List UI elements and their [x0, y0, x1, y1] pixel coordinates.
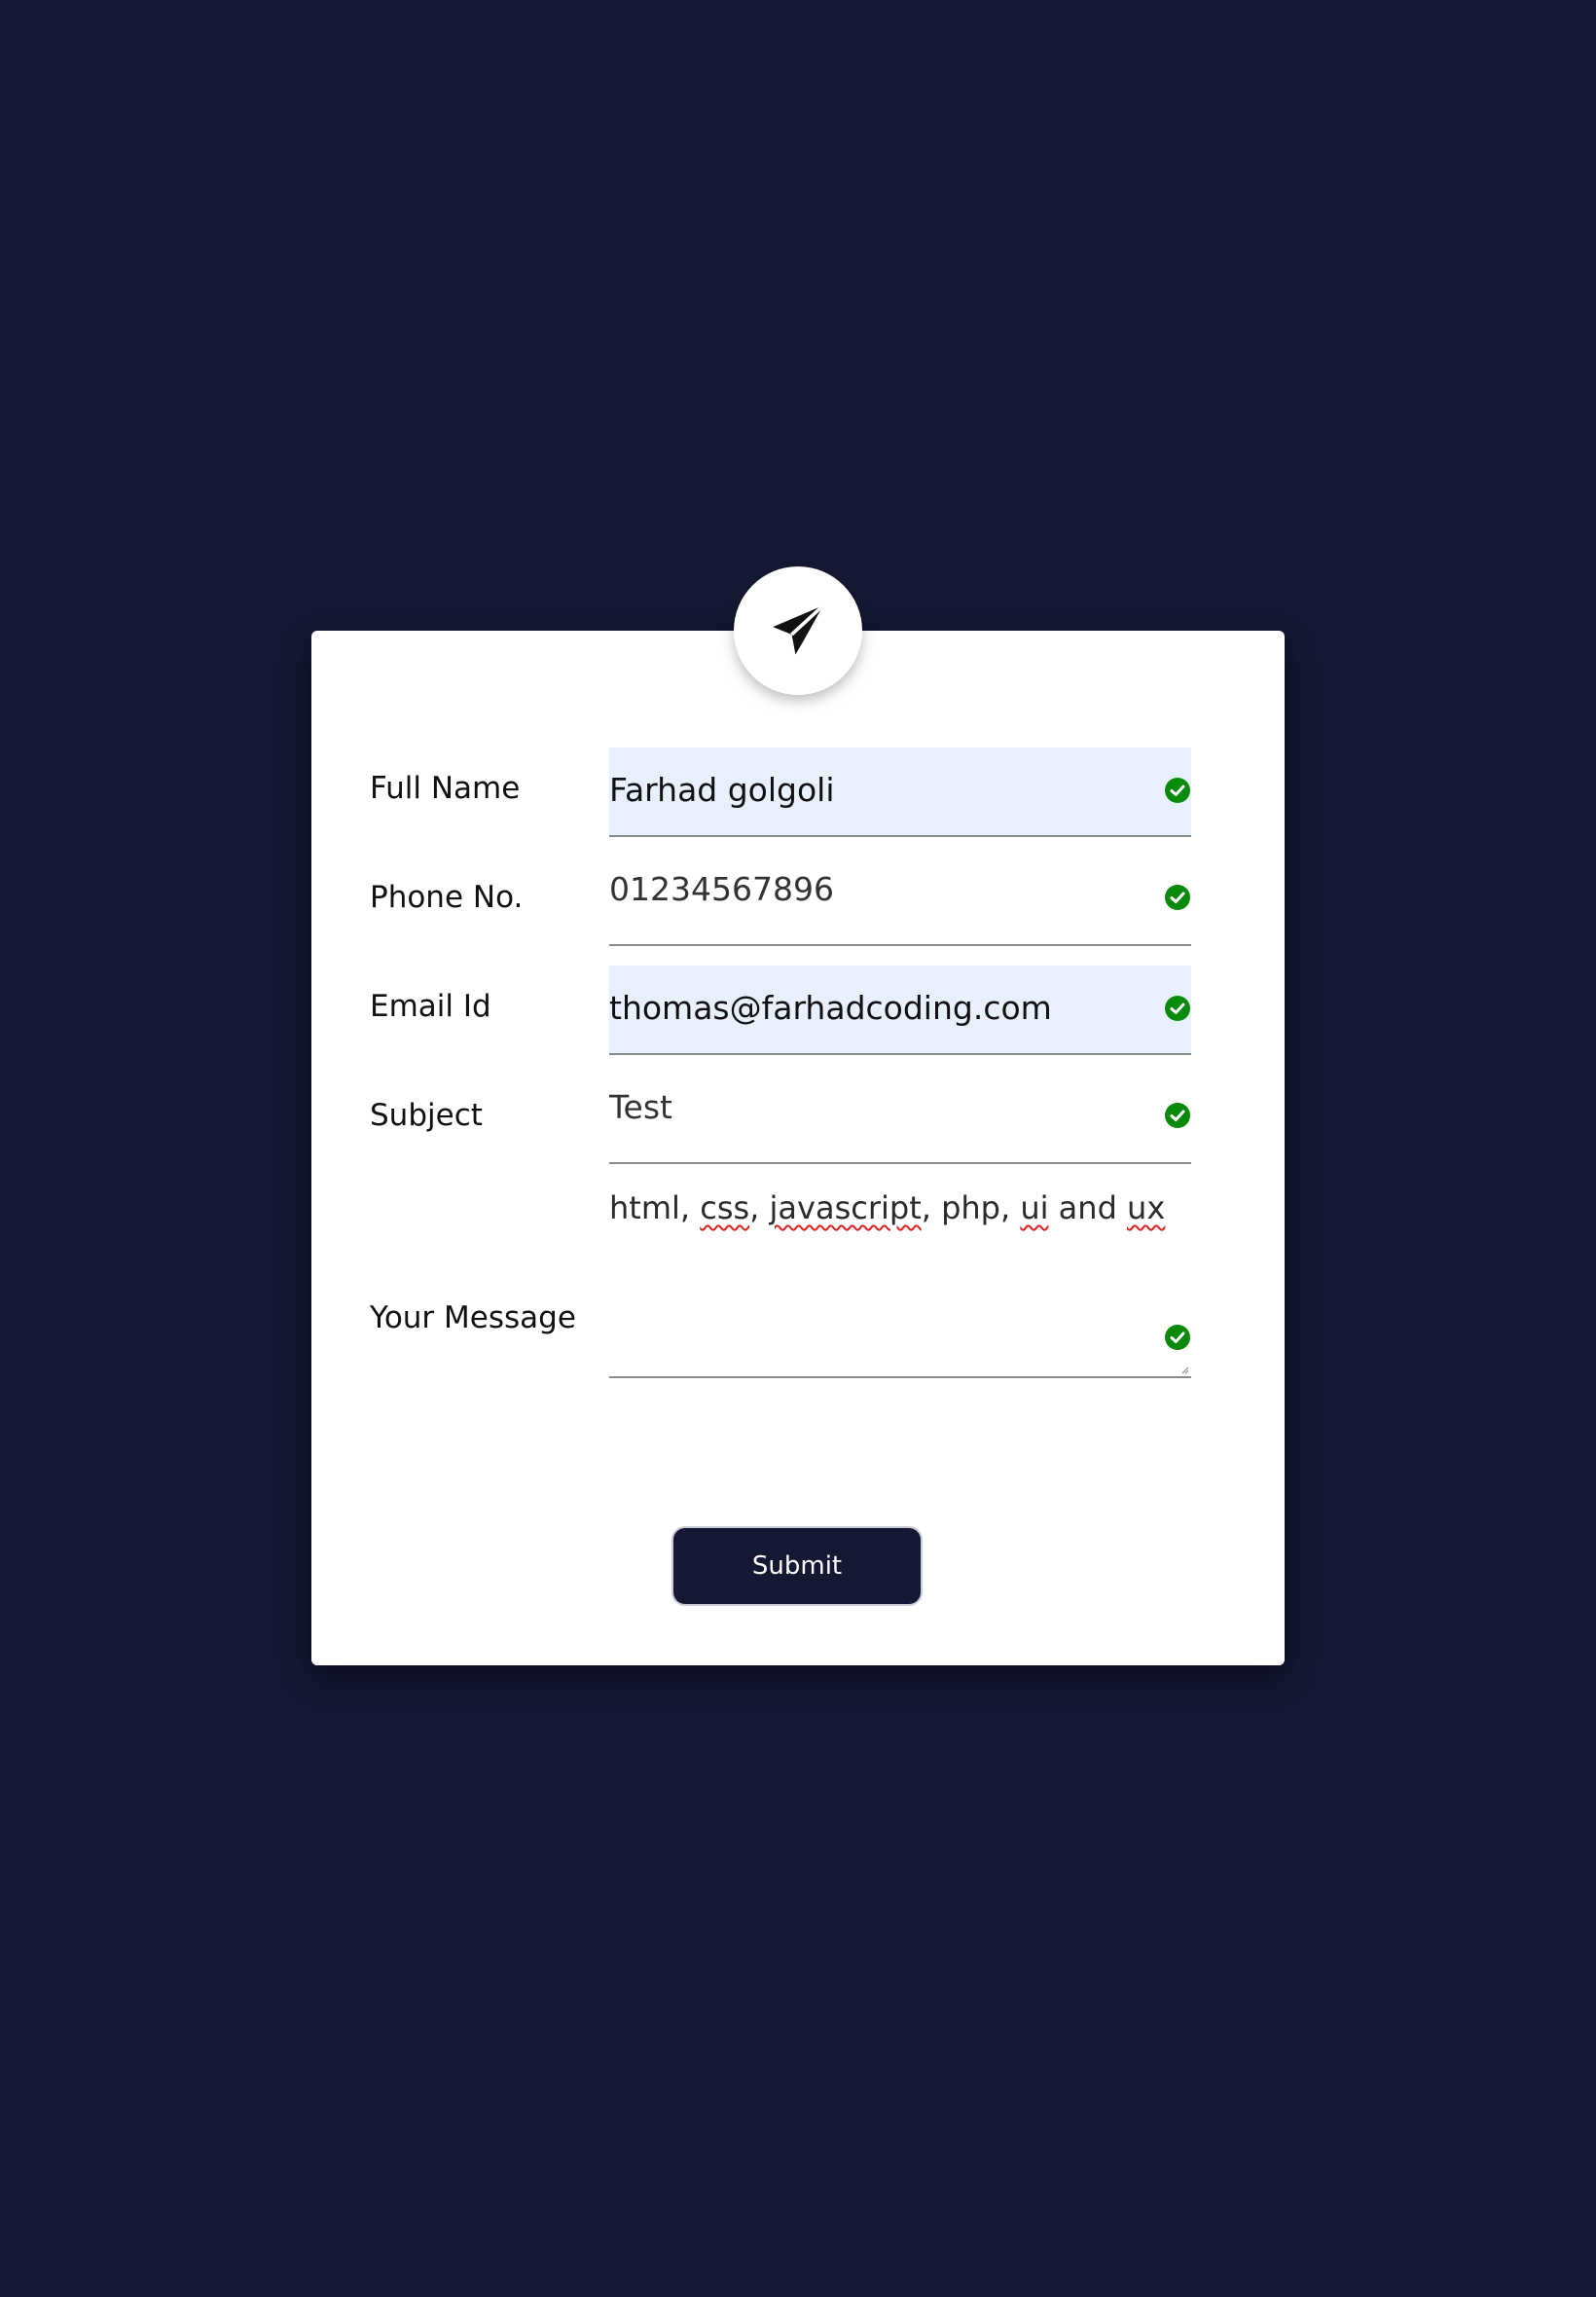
message-label: Your Message [370, 1300, 576, 1335]
subject-value: Test [609, 1088, 672, 1126]
contact-form-card: Full Name Farhad golgoli Phone No. 01234… [311, 566, 1285, 1665]
check-circle-icon [1165, 778, 1190, 803]
check-circle-icon [1165, 1103, 1190, 1128]
subject-row: Subject Test [370, 1075, 1226, 1164]
form-badge [734, 566, 862, 695]
full-name-row: Full Name Farhad golgoli [370, 747, 1226, 837]
email-label: Email Id [370, 989, 491, 1024]
subject-label: Subject [370, 1098, 483, 1133]
submit-button[interactable]: Submit [671, 1526, 923, 1606]
full-name-value: Farhad golgoli [609, 771, 835, 809]
email-row: Email Id thomas@farhadcoding.com [370, 966, 1226, 1055]
check-circle-icon [1165, 885, 1190, 910]
phone-value: 01234567896 [609, 870, 834, 908]
phone-input[interactable]: 01234567896 [609, 857, 1191, 946]
message-value: html, css, javascript, php, ui and ux [609, 1189, 1166, 1226]
full-name-label: Full Name [370, 771, 521, 806]
email-input[interactable]: thomas@farhadcoding.com [609, 966, 1191, 1055]
check-circle-icon [1165, 996, 1190, 1021]
check-circle-icon [1165, 1325, 1190, 1350]
subject-input[interactable]: Test [609, 1075, 1191, 1164]
paper-plane-icon [773, 603, 825, 655]
resize-handle-icon[interactable] [1179, 1365, 1189, 1374]
full-name-input[interactable]: Farhad golgoli [609, 747, 1191, 837]
message-row: Your Message html, css, javascript, php,… [370, 1184, 1226, 1378]
phone-row: Phone No. 01234567896 [370, 857, 1226, 946]
message-textarea[interactable]: html, css, javascript, php, ui and ux [609, 1184, 1191, 1378]
phone-label: Phone No. [370, 880, 524, 915]
email-value: thomas@farhadcoding.com [609, 989, 1052, 1027]
